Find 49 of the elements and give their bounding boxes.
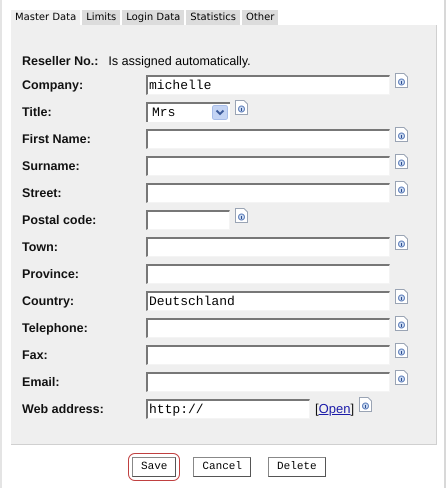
field-label: First Name: (22, 132, 92, 146)
info-icon[interactable] (395, 342, 408, 358)
input-field[interactable] (146, 318, 390, 338)
reseller-number-text: Is assigned automatically. (108, 54, 251, 68)
info-icon[interactable] (235, 208, 248, 222)
info-icon[interactable] (359, 396, 372, 412)
field-label: Telephone: (22, 320, 89, 334)
info-icon[interactable] (235, 100, 248, 114)
field-label: Town: (22, 240, 59, 254)
field-label: Email: (22, 374, 61, 388)
field-label: Country: (22, 294, 76, 308)
field-label: Surname: (22, 158, 81, 172)
tab[interactable]: Statistics (186, 10, 240, 25)
input-field[interactable] (146, 372, 390, 392)
input-field[interactable] (146, 156, 390, 176)
field-label: Company: (22, 78, 84, 92)
bracket-text: [ (315, 401, 319, 416)
input-field[interactable] (146, 210, 230, 230)
info-icon[interactable] (395, 234, 408, 250)
info-icon[interactable] (395, 370, 408, 384)
tab[interactable]: Login Data (122, 10, 184, 25)
input-field[interactable] (146, 264, 390, 284)
form-button[interactable]: Save (128, 453, 180, 481)
field-label: Postal code: (22, 212, 98, 226)
info-icon[interactable] (395, 316, 408, 330)
field-label: Title: (22, 104, 53, 118)
info-icon[interactable] (395, 288, 408, 304)
field-label: Web address: (22, 402, 105, 416)
input-field[interactable] (146, 128, 390, 148)
title-dropdown[interactable]: Mrs (146, 102, 230, 122)
field-label: Province: (22, 266, 80, 280)
input-field[interactable] (146, 182, 390, 202)
field-label: Street: (22, 186, 63, 200)
open-link[interactable]: Open (318, 401, 350, 416)
input-field[interactable] (146, 236, 390, 256)
tab[interactable]: Other (242, 10, 278, 25)
input-field[interactable] (146, 344, 390, 364)
bracket-text: ] (350, 401, 354, 416)
input-field[interactable]: michelle (146, 74, 390, 94)
info-icon[interactable] (395, 180, 408, 196)
field-label: Fax: (22, 348, 49, 362)
tab[interactable]: Master Data (11, 10, 80, 25)
input-field[interactable]: http:// (146, 398, 310, 418)
tab[interactable]: Limits (82, 10, 120, 25)
info-icon[interactable] (395, 154, 408, 168)
info-icon[interactable] (395, 126, 408, 142)
field-label: Reseller No.: (22, 54, 98, 68)
input-field[interactable]: Deutschland (146, 290, 390, 310)
info-icon[interactable] (395, 72, 408, 88)
